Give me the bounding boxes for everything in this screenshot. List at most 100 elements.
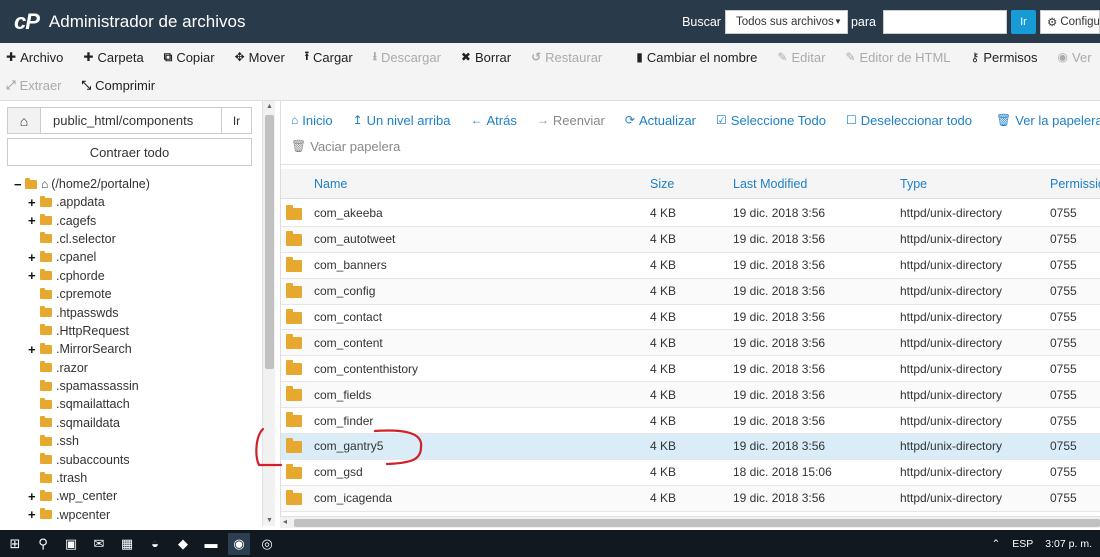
nav-button-seleccione-todo[interactable]: ☑ Seleccione Todo — [716, 113, 826, 128]
expand-icon[interactable]: + — [28, 489, 40, 504]
tree-item[interactable]: + .cpanel — [14, 248, 254, 266]
tree-item[interactable]: + .cagefs — [14, 211, 254, 229]
search-input[interactable] — [883, 9, 1007, 34]
toolbar-button-permisos[interactable]: ⚷ Permisos — [971, 50, 1038, 65]
table-row[interactable]: com_gantry5 4 KB 19 dic. 2018 3:56 httpd/un… — [281, 434, 1100, 460]
nav-button-inicio[interactable]: ⌂ Inicio — [291, 113, 333, 128]
tree-item[interactable]: .razor — [14, 359, 254, 377]
cpanel-logo[interactable]: cP Administrador de archivos — [14, 9, 245, 35]
expand-icon[interactable]: + — [28, 195, 40, 210]
tree-item[interactable]: + .wp_center — [14, 487, 254, 505]
tree-scrollbar[interactable]: ▲ ▼ — [262, 101, 275, 526]
toolbar-button-editar[interactable]: ✎ Editar — [777, 50, 825, 65]
scroll-up-icon[interactable]: ▲ — [266, 103, 273, 110]
table-row[interactable]: com_banners 4 KB 19 dic. 2018 3:56 httpd/un… — [281, 253, 1100, 279]
scroll-down-icon[interactable]: ▼ — [266, 517, 273, 524]
cell-modified: 19 dic. 2018 3:56 — [733, 258, 826, 273]
collapse-all-button[interactable]: Contraer todo — [7, 138, 252, 166]
cell-name: com_gsd — [314, 465, 363, 480]
tree-item[interactable]: + .cphorde — [14, 267, 254, 285]
tree-item[interactable]: + .MirrorSearch — [14, 340, 254, 358]
language-indicator[interactable]: ESP — [1012, 538, 1033, 550]
chevron-up-icon[interactable]: ⌃ — [991, 538, 1000, 550]
home-button[interactable]: ⌂ — [8, 108, 41, 133]
expand-icon[interactable]: + — [28, 342, 40, 357]
horizontal-scrollbar[interactable]: ◂ — [280, 516, 1100, 528]
column-header-size[interactable]: Size — [650, 177, 674, 191]
home-icon: ⌂ — [291, 113, 299, 127]
tree-item[interactable]: + .wpcenter — [14, 506, 254, 524]
toolbar-button-extraer[interactable]: ⤢ Extraer — [6, 78, 62, 93]
expand-icon[interactable]: + — [28, 250, 40, 265]
scrollbar-thumb[interactable] — [265, 115, 274, 369]
horizontal-scrollbar-thumb[interactable] — [294, 519, 1100, 527]
expand-icon[interactable]: + — [28, 213, 40, 228]
tree-item[interactable]: .cl.selector — [14, 230, 254, 248]
store-icon[interactable]: ▣ — [60, 533, 82, 555]
nav-button-ver-la-papelera[interactable]: 🗑 Ver la papelera — [996, 113, 1100, 128]
table-row[interactable]: com_fields 4 KB 19 dic. 2018 3:56 httpd/uni… — [281, 382, 1100, 409]
search-scope-select[interactable]: Todos sus archivos ▼ — [724, 9, 848, 34]
column-header-modified[interactable]: Last Modified — [733, 177, 807, 191]
table-row[interactable]: com_akeeba 4 KB 19 dic. 2018 3:56 httpd/uni… — [281, 201, 1100, 227]
table-row[interactable]: com_contact 4 KB 19 dic. 2018 3:56 httpd/un… — [281, 305, 1100, 331]
file-explorer-icon[interactable]: ▬ — [200, 533, 222, 555]
toolbar-button-cargar[interactable]: ⭱ Cargar — [305, 47, 353, 68]
nav-button-reenviar[interactable]: → Reenviar — [537, 113, 605, 128]
path-input[interactable]: public_html/components — [41, 108, 221, 133]
path-go-button[interactable]: Ir — [221, 108, 251, 133]
nav-button-deseleccionar-todo[interactable]: ☐ Deseleccionar todo — [846, 113, 972, 128]
search-icon[interactable]: ⚲ — [32, 533, 54, 555]
tree-item[interactable]: .HttpRequest — [14, 322, 254, 340]
toolbar-button-editor-de-html[interactable]: ✎ Editor de HTML — [845, 50, 950, 65]
column-header-name[interactable]: Name — [314, 177, 347, 191]
toolbar-button-ver[interactable]: ◉ Ver — [1058, 50, 1092, 65]
tree-item[interactable]: .sqmaildata — [14, 414, 254, 432]
collapse-icon[interactable]: − — [14, 177, 25, 192]
table-row[interactable]: com_finder 4 KB 19 dic. 2018 3:56 httpd/uni… — [281, 408, 1100, 435]
table-row[interactable]: com_gsd 4 KB 18 dic. 2018 15:06 httpd/unix-… — [281, 460, 1100, 486]
windows-start-icon[interactable]: ⊞ — [4, 533, 26, 555]
calendar-icon[interactable]: ▦ — [116, 533, 138, 555]
toolbar-button-carpeta[interactable]: ✚ Carpeta — [83, 50, 143, 65]
toolbar-button-comprimir[interactable]: ⤡ Comprimir — [82, 78, 156, 93]
tree-item[interactable]: .spamassassin — [14, 377, 254, 395]
toolbar-button-cambiar-el-nombre[interactable]: ▮ Cambiar el nombre — [636, 50, 757, 65]
tree-item[interactable]: .cpremote — [14, 285, 254, 303]
toolbar-button-borrar[interactable]: ✖ Borrar — [461, 50, 511, 65]
tree-item[interactable]: .subaccounts — [14, 450, 254, 468]
toolbar-button-restaurar[interactable]: ↺ Restaurar — [531, 50, 602, 65]
tree-root[interactable]: − ⌂ (/home2/portalne) — [14, 175, 254, 193]
expand-icon[interactable]: + — [28, 507, 40, 522]
table-row[interactable]: com_icagenda 4 KB 19 dic. 2018 3:56 httpd/u… — [281, 485, 1100, 512]
tree-item[interactable]: .ssh — [14, 432, 254, 450]
expand-icon[interactable]: + — [28, 268, 40, 283]
toolbar-button-descargar[interactable]: ⭳ Descargar — [373, 47, 441, 68]
table-row[interactable]: com_config 4 KB 19 dic. 2018 3:56 httpd/uni… — [281, 278, 1100, 305]
app-icon[interactable]: ◒ — [144, 533, 166, 555]
app-icon[interactable]: ◆ — [172, 533, 194, 555]
app-icon[interactable]: ◎ — [256, 533, 278, 555]
column-header-type[interactable]: Type — [900, 177, 927, 191]
tree-item[interactable]: .sqmailattach — [14, 395, 254, 413]
clock[interactable]: 3:07 p. m. — [1045, 538, 1092, 550]
search-go-button[interactable]: Ir — [1011, 9, 1036, 34]
column-header-permissions[interactable]: Permissio — [1050, 177, 1100, 191]
settings-button[interactable]: ⚙ Configu — [1040, 9, 1100, 34]
nav-button-un-nivel-arriba[interactable]: ↥ Un nivel arriba — [353, 113, 451, 128]
table-row[interactable]: com_autotweet 4 KB 19 dic. 2018 3:56 httpd/… — [281, 226, 1100, 253]
toolbar-button-archivo[interactable]: ✚ Archivo — [6, 50, 63, 65]
tree-item[interactable]: .trash — [14, 469, 254, 487]
table-row[interactable]: com_content 4 KB 19 dic. 2018 3:56 httpd/un… — [281, 330, 1100, 357]
nav-button-actualizar[interactable]: ⟳ Actualizar — [625, 113, 696, 128]
mail-icon[interactable]: ✉ — [88, 533, 110, 555]
tree-item[interactable]: .htpasswds — [14, 303, 254, 321]
toolbar-button-copiar[interactable]: ⧉ Copiar — [164, 50, 215, 65]
table-row[interactable]: com_contenthistory 4 KB 19 dic. 2018 3:56 h… — [281, 356, 1100, 383]
nav-button-atrás[interactable]: ← Atrás — [471, 113, 517, 128]
nav-button-vaciar-papelera[interactable]: 🗑 Vaciar papelera — [291, 139, 400, 154]
chrome-icon[interactable]: ◉ — [228, 532, 250, 555]
toolbar-button-mover[interactable]: ✥ Mover — [235, 50, 285, 65]
scroll-left-icon[interactable]: ◂ — [283, 517, 287, 526]
tree-item[interactable]: + .appdata — [14, 193, 254, 211]
